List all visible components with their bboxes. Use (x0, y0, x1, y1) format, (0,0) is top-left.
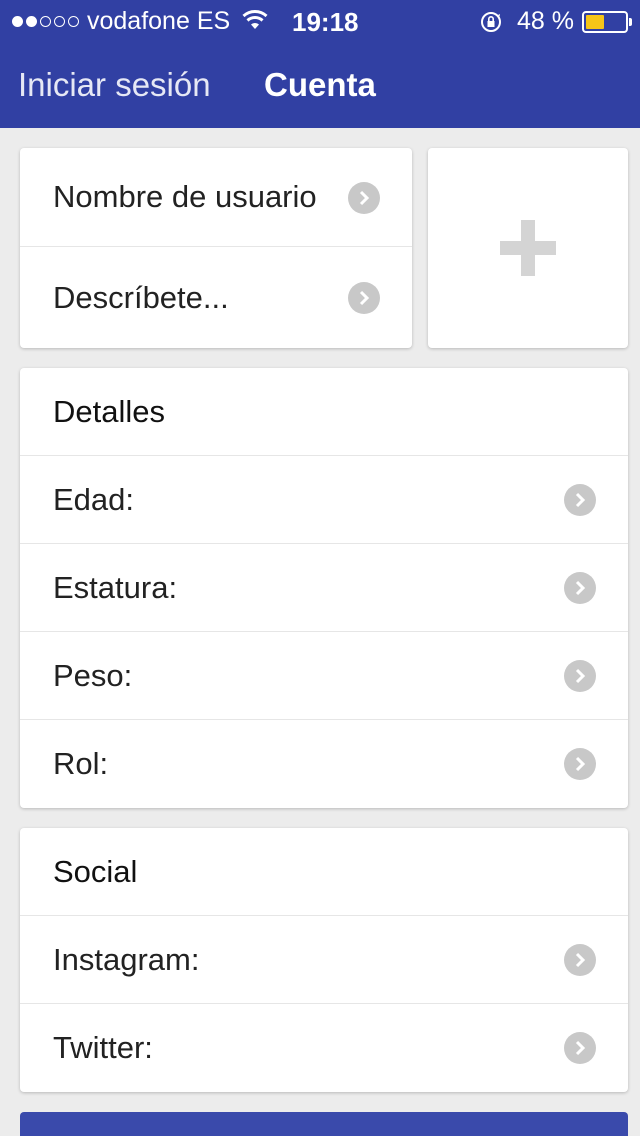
chevron-right-icon (564, 660, 596, 692)
chevron-right-icon (348, 182, 380, 214)
chevron-right-icon (564, 944, 596, 976)
battery-percentage: 48 % (517, 7, 574, 35)
chevron-right-icon (564, 748, 596, 780)
tab-login[interactable]: Iniciar sesión (18, 60, 211, 110)
status-bar: vodafone ES 19:18 48 % (0, 0, 640, 42)
detail-row-role[interactable]: Rol: (20, 720, 628, 808)
profile-card: Nombre de usuario Descríbete... (20, 148, 412, 348)
details-title: Detalles (53, 393, 165, 429)
add-photo-button[interactable] (428, 148, 628, 348)
role-label: Rol: (53, 746, 109, 781)
detail-row-weight[interactable]: Peso: (20, 632, 628, 720)
plus-icon (500, 220, 556, 276)
details-header: Detalles (20, 368, 628, 456)
chevron-right-icon (564, 572, 596, 604)
instagram-label: Instagram: (53, 941, 200, 977)
detail-row-age[interactable]: Edad: (20, 456, 628, 544)
wifi-icon (242, 9, 268, 29)
social-row-instagram[interactable]: Instagram: (20, 916, 628, 1004)
describe-row[interactable]: Descríbete... (20, 247, 412, 348)
app-header: vodafone ES 19:18 48 % Iniciar sesión Cu… (0, 0, 640, 128)
weight-label: Peso: (53, 657, 133, 693)
top-nav: Iniciar sesión Cuenta (0, 60, 640, 110)
tab-account[interactable]: Cuenta (264, 60, 376, 110)
social-row-twitter[interactable]: Twitter: (20, 1004, 628, 1092)
describe-label: Descríbete... (53, 279, 229, 315)
username-row[interactable]: Nombre de usuario (20, 148, 412, 247)
height-label: Estatura: (53, 569, 178, 605)
chevron-right-icon (564, 1032, 596, 1064)
username-label: Nombre de usuario (53, 179, 317, 214)
battery-icon (582, 10, 632, 33)
details-card: Detalles Edad: Estatura: Peso: Rol: (20, 368, 628, 808)
chevron-right-icon (348, 282, 380, 314)
chevron-right-icon (564, 484, 596, 516)
social-header: Social (20, 828, 628, 916)
social-title: Social (53, 853, 138, 889)
clock: 19:18 (292, 7, 359, 37)
twitter-label: Twitter: (53, 1030, 153, 1065)
rotation-lock-icon (481, 11, 502, 32)
bottom-action-bar[interactable] (20, 1112, 628, 1136)
age-label: Edad: (53, 481, 135, 517)
social-card: Social Instagram: Twitter: (20, 828, 628, 1092)
signal-strength-icon (12, 16, 79, 27)
detail-row-height[interactable]: Estatura: (20, 544, 628, 632)
carrier-name: vodafone ES (87, 7, 231, 35)
